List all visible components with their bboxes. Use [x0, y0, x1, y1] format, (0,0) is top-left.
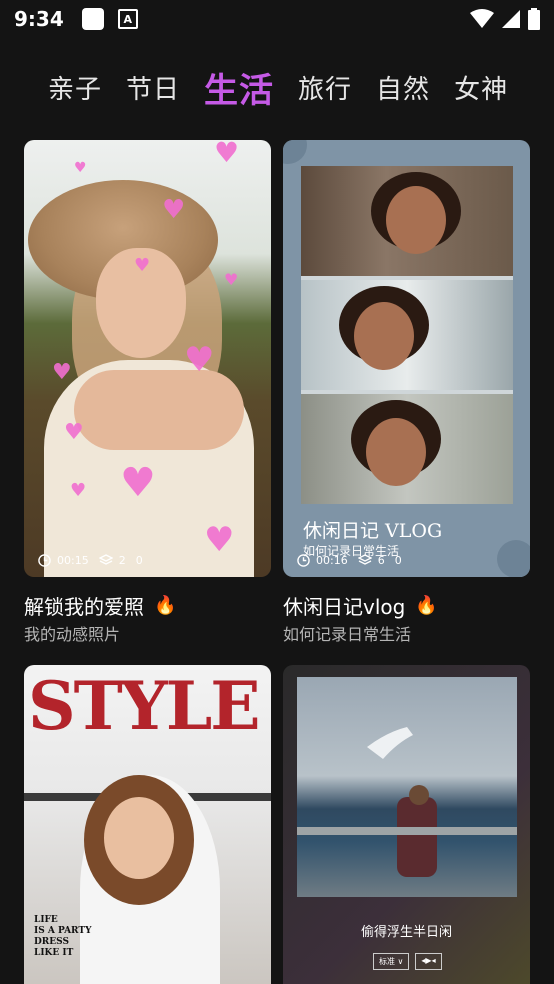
clock-icon	[38, 554, 51, 567]
card-image-figure	[297, 727, 517, 877]
template-card-style[interactable]: STYLE LIFE IS A PARTY DRESS LIKE IT	[24, 665, 271, 984]
card-subtitle: 如何记录日常生活	[283, 625, 412, 644]
collage-photo-2	[301, 280, 513, 390]
heart-icon: ♥	[134, 255, 151, 276]
status-bar: 9:34 A	[0, 0, 554, 38]
card-meta: 00:16 6 0	[297, 554, 406, 567]
caption-line: LIFE	[34, 915, 58, 925]
card-title-row: 休闲日记vlog 🔥	[283, 591, 438, 620]
overlay-title: 休闲日记 VLOG	[303, 520, 443, 542]
tab-nature[interactable]: 自然	[376, 69, 430, 106]
photo-face	[366, 418, 426, 486]
overlay-btn-play: ◂▶◂	[415, 953, 442, 970]
photo-face	[386, 186, 446, 254]
card-title: 休闲日记vlog	[283, 595, 406, 619]
heart-icon: ♥	[70, 480, 87, 501]
layers-count: 2	[118, 554, 126, 567]
heart-icon: ♥	[120, 460, 156, 506]
heart-icon: ♥	[204, 520, 235, 560]
overlay-title: STYLE	[28, 667, 261, 745]
card-image-arms	[74, 370, 244, 450]
layers-icon	[357, 554, 372, 565]
status-time: 9:34	[14, 7, 64, 31]
heart-icon: ♥	[52, 360, 72, 385]
category-tabs: 亲子 节日 生活 旅行 自然 女神	[0, 62, 554, 112]
card-image-face	[104, 797, 174, 879]
overlay-text: 偷得浮生半日闲	[360, 925, 452, 940]
overlay-btn-standard: 标准 ∨	[373, 953, 410, 970]
heart-icon: ♥	[224, 270, 239, 289]
caption-line: LIKE IT	[34, 948, 74, 958]
decor-dot	[497, 540, 530, 577]
collage-frame	[301, 166, 513, 504]
heart-icon: ♥	[162, 195, 186, 225]
template-card-leisure[interactable]: 偷得浮生半日闲 标准 ∨ ◂▶◂	[283, 665, 530, 984]
duration-text: 00:16	[316, 554, 348, 567]
duration-text: 00:15	[57, 554, 89, 567]
extra-count: 0	[394, 554, 402, 567]
tab-festival[interactable]: 节日	[126, 69, 180, 106]
wifi-icon	[470, 9, 494, 28]
tab-travel[interactable]: 旅行	[298, 69, 352, 106]
overlay-buttons: 标准 ∨ ◂▶◂	[373, 953, 442, 970]
layers-icon	[98, 554, 113, 565]
template-card-vlog[interactable]: 休闲日记 VLOG 如何记录日常生活 00:16 6 0	[283, 140, 530, 577]
card-meta: 00:15 2 0	[38, 554, 147, 567]
photo-face	[354, 302, 414, 370]
tab-life[interactable]: 生活	[204, 63, 274, 112]
a-badge-icon: A	[117, 9, 138, 29]
heart-icon: ♥	[214, 140, 240, 169]
layers-count: 6	[377, 554, 385, 567]
battery-icon	[528, 8, 540, 30]
card-subtitle: 我的动感照片	[24, 625, 121, 644]
heart-icon: ♥	[64, 420, 84, 445]
extra-count: 0	[135, 554, 143, 567]
card-title-row: 解锁我的爱照 🔥	[24, 591, 176, 620]
card-image-seaside	[297, 677, 517, 897]
caption-line: IS A PARTY	[34, 926, 92, 936]
signal-icon	[502, 10, 520, 28]
fire-icon: 🔥	[415, 595, 438, 616]
collage-photo-3	[301, 394, 513, 504]
overlay-caption: LIFE IS A PARTY DRESS LIKE IT	[34, 915, 92, 959]
fire-icon: 🔥	[154, 595, 177, 616]
heart-icon: ♥	[184, 340, 215, 380]
heart-icon: ♥	[74, 160, 87, 176]
tab-goddess[interactable]: 女神	[454, 69, 508, 106]
notification-icon	[81, 8, 104, 30]
clock-icon	[297, 554, 310, 567]
collage-photo-1	[301, 166, 513, 276]
tab-parent-child[interactable]: 亲子	[48, 69, 102, 106]
decor-dot	[283, 140, 307, 164]
caption-line: DRESS	[34, 937, 69, 947]
template-card-love-photo[interactable]: ♥ ♥ ♥ ♥ ♥ ♥ ♥ ♥ ♥ ♥ ♥ 00:15 2 0	[24, 140, 271, 577]
card-title: 解锁我的爱照	[24, 595, 144, 619]
